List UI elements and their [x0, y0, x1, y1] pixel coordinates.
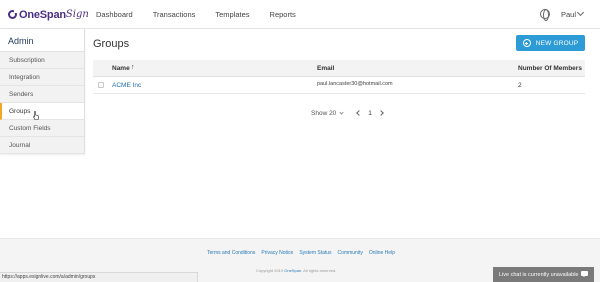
- sidebar-item-senders[interactable]: Senders: [0, 86, 84, 103]
- sidebar-title: Admin: [8, 36, 34, 46]
- groups-table: Name ↑ Email Number Of Members ACME Inc …: [93, 60, 585, 94]
- top-header: OneSpan Sign Dashboard Transactions Temp…: [0, 0, 600, 29]
- hand-cursor-icon: [33, 111, 39, 120]
- live-chat-label: Live chat is currently unavailable: [499, 271, 579, 278]
- logo-icon: [8, 9, 17, 19]
- nav-transactions[interactable]: Transactions: [153, 10, 196, 19]
- pagination: Show 20 1: [311, 108, 387, 118]
- column-header-email[interactable]: Email: [317, 65, 334, 72]
- footer-links: Terms and Conditions Privacy Notice Syst…: [207, 250, 401, 256]
- footer-link-help[interactable]: Online Help: [369, 250, 395, 256]
- copyright-suffix: . All rights reserved.: [301, 268, 337, 273]
- chat-bubble-icon: [581, 271, 588, 277]
- user-menu-name[interactable]: Paul: [561, 10, 576, 19]
- row-checkbox[interactable]: [98, 82, 104, 88]
- copyright: Copyright 2019 OneSpan. All rights reser…: [256, 268, 336, 273]
- browser-status-url: https://apps.esignlive.com/a/admin/group…: [0, 272, 198, 282]
- logo-text: OneSpan: [19, 8, 66, 21]
- footer-link-terms[interactable]: Terms and Conditions: [207, 250, 255, 256]
- sidebar-item-subscription[interactable]: Subscription: [0, 52, 84, 69]
- sidebar-item-integration[interactable]: Integration: [0, 69, 84, 86]
- table-header: Name ↑ Email Number Of Members: [93, 60, 585, 77]
- group-email: paul.lancaster30@hotmail.com: [317, 81, 393, 87]
- nav-reports[interactable]: Reports: [270, 10, 296, 19]
- chevron-down-icon[interactable]: [576, 8, 585, 17]
- sort-ascending-icon[interactable]: ↑: [131, 64, 135, 71]
- footer-link-status[interactable]: System Status: [299, 250, 331, 256]
- page-title: Groups: [93, 38, 130, 50]
- page-size-select[interactable]: Show 20: [311, 110, 336, 117]
- footer-link-privacy[interactable]: Privacy Notice: [261, 250, 293, 256]
- main-nav: Dashboard Transactions Templates Reports: [96, 0, 316, 29]
- nav-templates[interactable]: Templates: [215, 10, 249, 19]
- new-group-label: NEW GROUP: [535, 39, 579, 47]
- chevron-right-icon[interactable]: [378, 110, 384, 116]
- logo-sign-text: Sign: [65, 9, 89, 20]
- globe-icon[interactable]: [540, 9, 550, 21]
- add-circle-icon: [522, 39, 531, 47]
- new-group-button[interactable]: NEW GROUP: [516, 35, 585, 51]
- sidebar-item-groups[interactable]: Groups: [0, 103, 84, 120]
- table-row[interactable]: ACME Inc paul.lancaster30@hotmail.com 2: [93, 77, 585, 94]
- group-name-link[interactable]: ACME Inc: [112, 82, 141, 89]
- admin-sidebar: Admin Subscription Integration Senders G…: [0, 29, 85, 154]
- chevron-down-icon[interactable]: [339, 109, 344, 115]
- copyright-prefix: Copyright 2019: [256, 268, 284, 273]
- copyright-brand-link[interactable]: OneSpan: [284, 268, 301, 273]
- chevron-left-icon[interactable]: [356, 110, 363, 116]
- sidebar-item-custom-fields[interactable]: Custom Fields: [0, 120, 84, 137]
- group-member-count: 2: [518, 82, 522, 89]
- page-number[interactable]: 1: [368, 110, 372, 117]
- footer-link-community[interactable]: Community: [338, 250, 363, 256]
- column-header-name[interactable]: Name: [112, 65, 130, 72]
- nav-dashboard[interactable]: Dashboard: [96, 10, 133, 19]
- live-chat-widget[interactable]: Live chat is currently unavailable: [493, 267, 594, 282]
- onespan-sign-logo[interactable]: OneSpan Sign: [8, 8, 89, 21]
- column-header-members[interactable]: Number Of Members: [518, 65, 582, 72]
- sidebar-item-journal[interactable]: Journal: [0, 137, 84, 154]
